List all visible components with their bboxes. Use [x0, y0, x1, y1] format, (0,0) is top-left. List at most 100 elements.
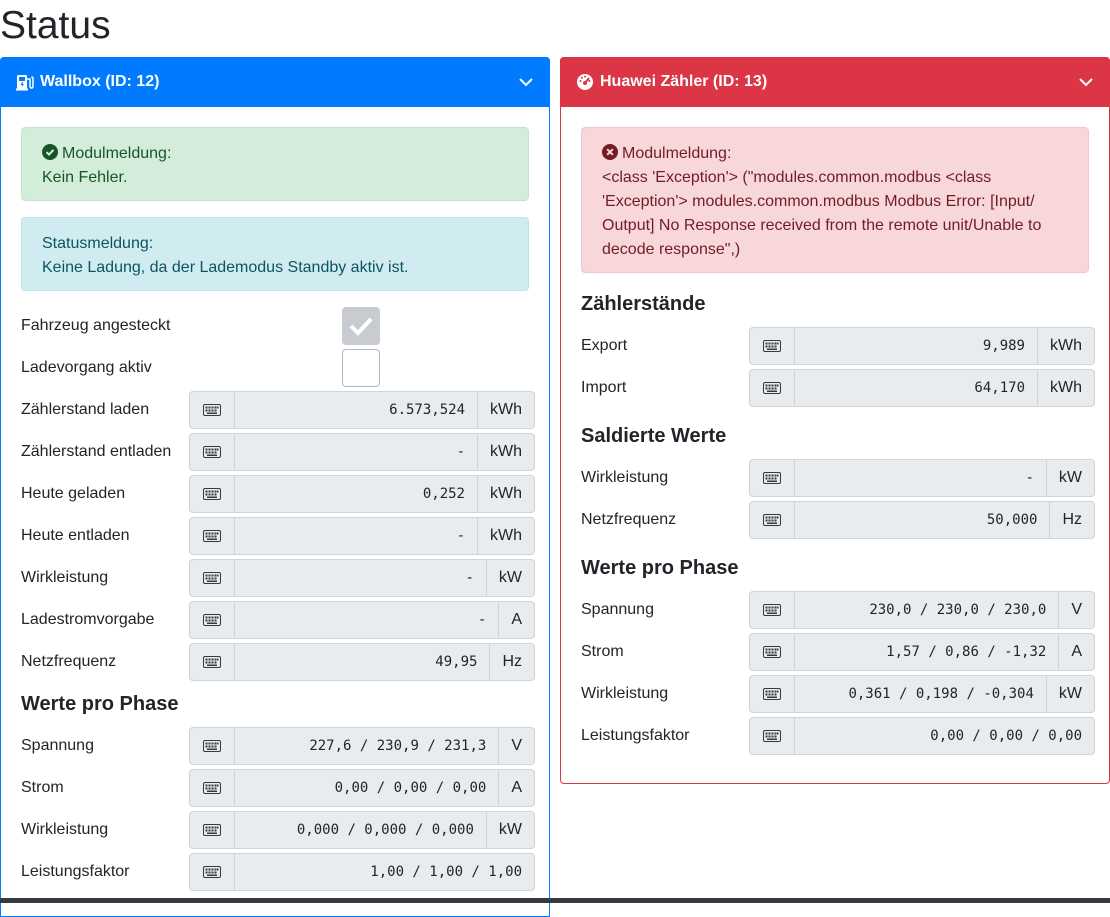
- keyboard-icon: [189, 433, 235, 471]
- meter-card-header[interactable]: Huawei Zähler (ID: 13): [560, 57, 1110, 107]
- wallbox-card: Wallbox (ID: 12) Modulmeldung: Kein Fehl…: [0, 57, 550, 917]
- field-input-group[interactable]: 6.573,524 kWh: [189, 391, 535, 429]
- field-label: Netzfrequenz: [581, 511, 677, 528]
- field-label: Leistungsfaktor: [21, 863, 130, 880]
- error-circle-icon: [602, 144, 618, 160]
- field-label: Netzfrequenz: [21, 653, 117, 670]
- keyboard-icon: [749, 501, 795, 539]
- field-input-group[interactable]: - A: [189, 601, 535, 639]
- field-row: Spannung 230,0 / 230,0 / 230,0 V: [581, 589, 1095, 631]
- field-unit: A: [499, 769, 535, 807]
- field-value: -: [795, 459, 1047, 497]
- field-row: Heute geladen 0,252 kWh: [21, 473, 535, 515]
- chevron-down-icon[interactable]: [518, 74, 534, 90]
- field-unit: kWh: [1038, 327, 1095, 365]
- check-circle-icon: [42, 144, 58, 160]
- balanced-section-title: Saldierte Werte: [581, 424, 727, 447]
- field-unit: V: [499, 727, 535, 765]
- keyboard-icon: [189, 517, 235, 555]
- wallbox-fields: Zählerstand laden 6.573,524 kWh Zählerst…: [21, 389, 535, 683]
- field-input-group[interactable]: 0,00 / 0,00 / 0,00: [749, 717, 1095, 755]
- field-row: Strom 1,57 / 0,86 / -1,32 A: [581, 631, 1095, 673]
- field-row: Wirkleistung - kW: [581, 457, 1095, 499]
- field-row: Export 9,989 kWh: [581, 325, 1095, 367]
- field-unit: kWh: [478, 391, 535, 429]
- field-input-group[interactable]: 0,000 / 0,000 / 0,000 kW: [189, 811, 535, 849]
- field-value: -: [235, 601, 500, 639]
- field-unit: Hz: [1050, 501, 1095, 539]
- field-label: Import: [581, 379, 627, 396]
- meter-card-body: Modulmeldung: <class 'Exception'> ("modu…: [561, 107, 1109, 777]
- field-input-group[interactable]: - kWh: [189, 433, 535, 471]
- gauge-icon: [576, 73, 594, 91]
- field-input-group[interactable]: - kW: [189, 559, 535, 597]
- module-message-label: Modulmeldung:: [62, 145, 172, 162]
- charging-row: Ladevorgang aktiv: [21, 347, 529, 389]
- wallbox-card-header[interactable]: Wallbox (ID: 12): [0, 57, 550, 107]
- field-input-group[interactable]: 9,989 kWh: [749, 327, 1095, 365]
- field-value: 0,252: [235, 475, 478, 513]
- field-unit: kWh: [478, 433, 535, 471]
- field-input-group[interactable]: 50,000 Hz: [749, 501, 1095, 539]
- field-input-group[interactable]: 64,170 kWh: [749, 369, 1095, 407]
- field-value: 227,6 / 230,9 / 231,3: [235, 727, 500, 765]
- keyboard-icon: [189, 769, 235, 807]
- field-value: 50,000: [795, 501, 1051, 539]
- field-row: Wirkleistung 0,361 / 0,198 / -0,304 kW: [581, 673, 1095, 715]
- field-row: Netzfrequenz 50,000 Hz: [581, 499, 1095, 541]
- keyboard-icon: [749, 675, 795, 713]
- field-unit: A: [499, 601, 535, 639]
- keyboard-icon: [189, 391, 235, 429]
- field-input-group[interactable]: - kWh: [189, 517, 535, 555]
- keyboard-icon: [189, 475, 235, 513]
- wallbox-card-body: Modulmeldung: Kein Fehler. Statusmeldung…: [1, 107, 549, 913]
- field-label: Strom: [21, 779, 64, 796]
- field-input-group[interactable]: 0,361 / 0,198 / -0,304 kW: [749, 675, 1095, 713]
- plugged-checkbox[interactable]: [342, 307, 380, 345]
- field-value: 64,170: [795, 369, 1038, 407]
- field-input-group[interactable]: 49,95 Hz: [189, 643, 535, 681]
- charging-checkbox[interactable]: [342, 349, 380, 387]
- module-message-text: Kein Fehler.: [42, 169, 128, 186]
- keyboard-icon: [749, 633, 795, 671]
- field-label: Wirkleistung: [581, 685, 669, 702]
- charging-label: Ladevorgang aktiv: [21, 359, 152, 376]
- field-label: Spannung: [581, 601, 654, 618]
- field-input-group[interactable]: 1,00 / 1,00 / 1,00: [189, 853, 535, 891]
- phase-section-title: Werte pro Phase: [581, 556, 739, 579]
- meter-phase-fields: Spannung 230,0 / 230,0 / 230,0 V Strom 1…: [581, 589, 1095, 757]
- field-unit: kW: [486, 811, 535, 849]
- field-input-group[interactable]: 0,252 kWh: [189, 475, 535, 513]
- field-label: Heute entladen: [21, 527, 130, 544]
- field-value: 230,0 / 230,0 / 230,0: [795, 591, 1060, 629]
- field-value: 0,00 / 0,00 / 0,00: [795, 717, 1095, 755]
- keyboard-icon: [189, 559, 235, 597]
- keyboard-icon: [749, 717, 795, 755]
- keyboard-icon: [749, 591, 795, 629]
- balanced-fields: Wirkleistung - kW Netzfrequenz 50,000 Hz: [581, 457, 1095, 541]
- field-row: Ladestromvorgabe - A: [21, 599, 535, 641]
- field-value: 0,361 / 0,198 / -0,304: [795, 675, 1047, 713]
- field-input-group[interactable]: 230,0 / 230,0 / 230,0 V: [749, 591, 1095, 629]
- field-input-group[interactable]: - kW: [749, 459, 1095, 497]
- field-input-group[interactable]: 227,6 / 230,9 / 231,3 V: [189, 727, 535, 765]
- module-error-text: <class 'Exception'> ("modules.common.mod…: [602, 169, 1042, 258]
- field-row: Netzfrequenz 49,95 Hz: [21, 641, 535, 683]
- status-message-label: Statusmeldung:: [42, 235, 154, 252]
- module-error-alert: Modulmeldung: <class 'Exception'> ("modu…: [581, 127, 1089, 273]
- field-label: Zählerstand laden: [21, 401, 150, 418]
- field-value: 1,57 / 0,86 / -1,32: [795, 633, 1060, 671]
- field-label: Export: [581, 337, 628, 354]
- field-value: 1,00 / 1,00 / 1,00: [235, 853, 535, 891]
- plugged-label: Fahrzeug angesteckt: [21, 317, 171, 334]
- field-input-group[interactable]: 0,00 / 0,00 / 0,00 A: [189, 769, 535, 807]
- field-unit: Hz: [490, 643, 535, 681]
- field-row: Wirkleistung - kW: [21, 557, 535, 599]
- field-input-group[interactable]: 1,57 / 0,86 / -1,32 A: [749, 633, 1095, 671]
- chevron-down-icon[interactable]: [1078, 74, 1094, 90]
- meter-card-title: Huawei Zähler (ID: 13): [600, 73, 768, 90]
- counters-section-title: Zählerstände: [581, 292, 706, 315]
- page-title: Status: [0, 4, 111, 47]
- keyboard-icon: [189, 811, 235, 849]
- field-unit: kWh: [1038, 369, 1095, 407]
